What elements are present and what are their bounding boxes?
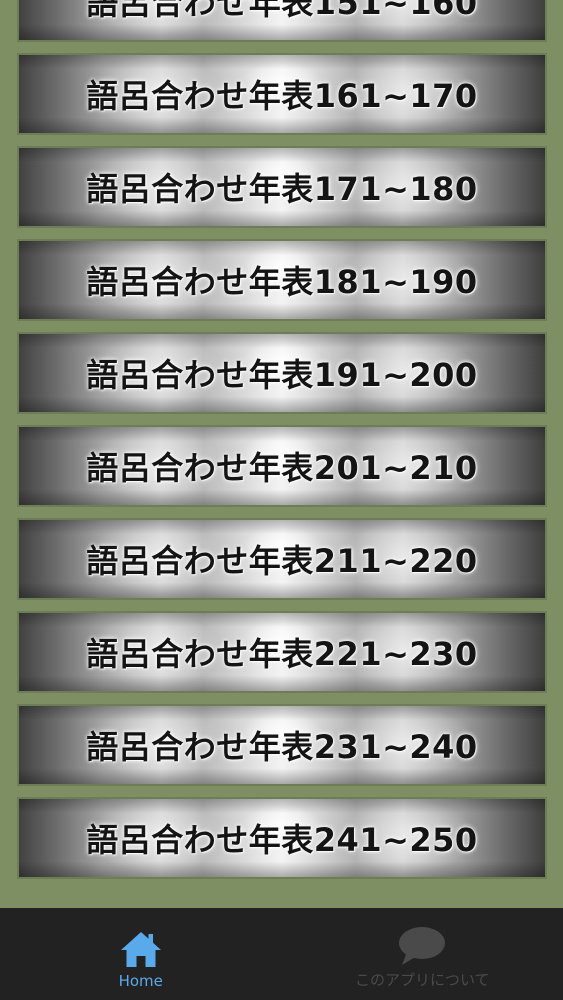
list-item-label: 語呂合わせ年表231~240: [86, 728, 478, 766]
list-item-label: 語呂合わせ年表151~160: [86, 0, 478, 22]
list-item-label: 語呂合わせ年表171~180: [86, 170, 478, 208]
list-item-161-170[interactable]: 語呂合わせ年表161~170: [17, 53, 547, 135]
list-item-211-220[interactable]: 語呂合わせ年表211~220: [17, 518, 547, 600]
list-item-181-190[interactable]: 語呂合わせ年表181~190: [17, 239, 547, 321]
list-item-191-200[interactable]: 語呂合わせ年表191~200: [17, 332, 547, 414]
list-item-label: 語呂合わせ年表161~170: [86, 77, 478, 115]
chronology-list[interactable]: 語呂合わせ年表151~160 語呂合わせ年表161~170 語呂合わせ年表171…: [0, 0, 563, 908]
list-item-201-210[interactable]: 語呂合わせ年表201~210: [17, 425, 547, 507]
bottom-tab-bar: Home このアプリについて: [0, 908, 563, 1000]
list-item-171-180[interactable]: 語呂合わせ年表171~180: [17, 146, 547, 228]
list-item-221-230[interactable]: 語呂合わせ年表221~230: [17, 611, 547, 693]
tab-about[interactable]: このアプリについて: [282, 908, 563, 1000]
list-item-label: 語呂合わせ年表191~200: [86, 356, 478, 394]
app-screen: 語呂合わせ年表151~160 語呂合わせ年表161~170 語呂合わせ年表171…: [0, 0, 563, 1000]
list-item-231-240[interactable]: 語呂合わせ年表231~240: [17, 704, 547, 786]
home-icon: [116, 928, 166, 970]
list-item-241-250[interactable]: 語呂合わせ年表241~250: [17, 797, 547, 879]
list-item-151-160[interactable]: 語呂合わせ年表151~160: [17, 0, 547, 42]
list-item-label: 語呂合わせ年表201~210: [86, 449, 478, 487]
list-item-label: 語呂合わせ年表241~250: [86, 821, 478, 859]
tab-home[interactable]: Home: [0, 908, 282, 1000]
tab-home-label: Home: [118, 972, 163, 990]
list-item-label: 語呂合わせ年表211~220: [86, 542, 478, 580]
tab-about-label: このアプリについて: [354, 971, 490, 989]
list-item-label: 語呂合わせ年表221~230: [86, 635, 478, 673]
speech-bubble-icon: [397, 925, 447, 967]
list-item-label: 語呂合わせ年表181~190: [86, 263, 478, 301]
